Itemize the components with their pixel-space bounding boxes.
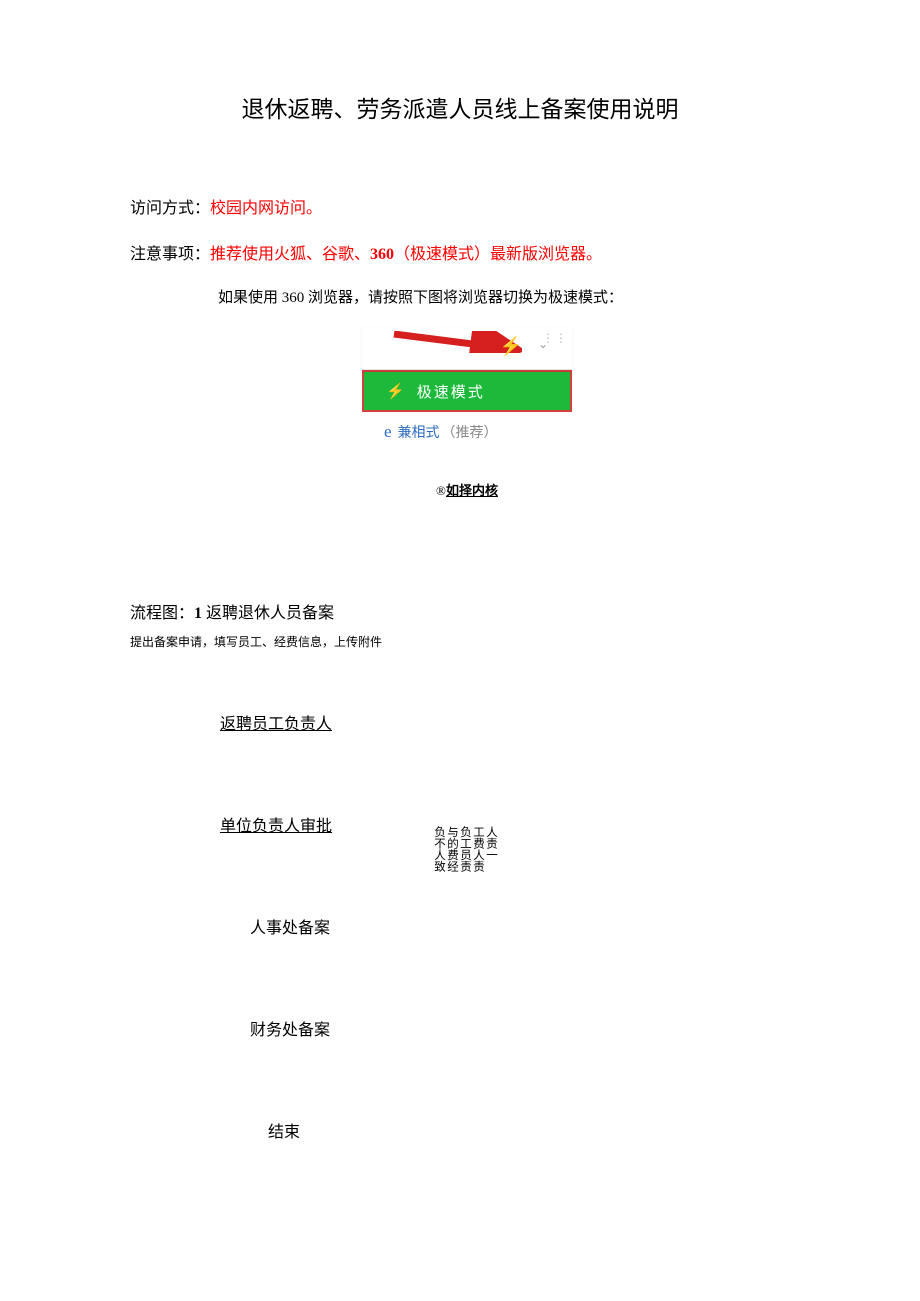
access-label: 访问方式： (130, 200, 210, 217)
more-dots-icon: ⋮⋮ (542, 331, 568, 345)
flow-step-2: 单位负责人审批 (220, 812, 790, 836)
flow-step-1: 返聘员工负责人 (220, 710, 790, 734)
flow-subtitle: 提出备案申请，填写员工、经费信息，上传附件 (130, 633, 790, 650)
browser-mode-figure: ⚡ ⌄ ⋮⋮ ⚡ 极速模式 e 兼相式（推荐） ®如择内核 (362, 327, 572, 499)
fast-mode-option: ⚡ 极速模式 (362, 370, 572, 412)
fast-mode-label: 极速模式 (417, 381, 485, 402)
compat-mode-option: e 兼相式（推荐） (362, 412, 572, 452)
ie-e-icon: e (384, 422, 392, 442)
lightning-icon: ⚡ (500, 336, 522, 357)
kernel-select: ®如择内核 (362, 480, 572, 499)
note-line: 注意事项：推荐使用火狐、谷歌、360（极速模式）最新版浏览器。 (130, 240, 790, 264)
note-label: 注意事项： (130, 246, 210, 263)
compat-note: （推荐） (442, 422, 498, 442)
side-note: 负不人致 与的费经 负工员责 工费人责 人责一 (432, 826, 497, 872)
flow-step-3: 人事处备案 (250, 914, 790, 938)
bolt-icon: ⚡ (386, 382, 407, 400)
doc-title: 退休返聘、劳务派遣人员线上备案使用说明 (130, 90, 790, 124)
access-line: 访问方式：校园内网访问。 (130, 194, 790, 218)
access-value: 校园内网访问。 (210, 200, 322, 217)
compat-label: 兼相式 (398, 422, 440, 442)
flow-step-5: 结束 (268, 1118, 790, 1142)
figure-toolbar: ⚡ ⌄ ⋮⋮ (362, 327, 572, 370)
note-value: 推荐使用火狐、谷歌、360（极速模式）最新版浏览器。 (210, 246, 602, 263)
flow-title: 流程图：1 返聘退休人员备案 (130, 599, 790, 623)
flow-steps: 返聘员工负责人 单位负责人审批 人事处备案 财务处备案 结束 (220, 710, 790, 1142)
flow-step-4: 财务处备案 (250, 1016, 790, 1040)
sub-instruction: 如果使用 360 浏览器，请按照下图将浏览器切换为极速模式： (218, 286, 790, 307)
